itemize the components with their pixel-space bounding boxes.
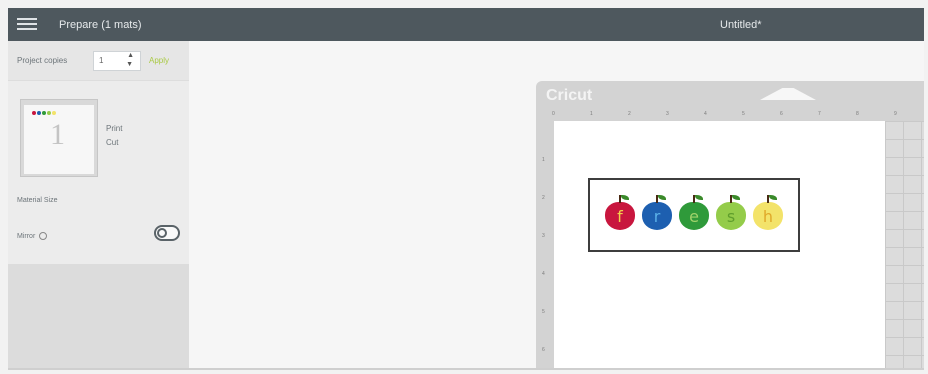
ruler-tick: 0 — [552, 111, 555, 117]
document-name: Untitled* — [720, 19, 762, 31]
ruler-tick: 2 — [628, 111, 631, 117]
mirror-label: Mirror — [17, 232, 48, 240]
ruler-tick: 4 — [542, 271, 545, 277]
info-icon[interactable] — [39, 232, 48, 240]
ruler-tick: 6 — [542, 347, 545, 353]
apple-letter-r: r — [641, 194, 673, 230]
apple-letter: h — [762, 207, 774, 226]
ruler-tick: 2 — [542, 195, 545, 201]
apple-letter-f: f — [604, 194, 636, 230]
increment-icon[interactable]: ▲ — [127, 52, 134, 59]
apply-button[interactable]: Apply — [149, 56, 169, 65]
ruler-tick: 5 — [742, 111, 745, 117]
ruler-tick: 3 — [542, 233, 545, 239]
ruler-left: 1 2 3 4 5 6 — [540, 121, 552, 370]
mat-brand-logo: Cricut — [546, 87, 593, 104]
decrement-icon[interactable]: ▼ — [126, 61, 133, 68]
mirror-toggle[interactable] — [154, 225, 180, 241]
app-window: Prepare (1 mats) Untitled* Project copie… — [8, 8, 924, 370]
apple-letter: s — [726, 207, 736, 226]
sidebar: Project copies 1 ▲ ▼ Apply 1 Print Cut M… — [8, 41, 189, 370]
sidebar-lower-panel — [8, 264, 189, 370]
material-size-label: Material Size — [17, 197, 58, 204]
mat-paper-area: fresh — [554, 121, 885, 370]
ruler-tick: 1 — [590, 111, 593, 117]
ruler-tick: 6 — [780, 111, 783, 117]
project-copies-bar: Project copies 1 ▲ ▼ Apply — [8, 41, 189, 81]
ruler-tick: 3 — [666, 111, 669, 117]
apple-letter-e: e — [678, 194, 710, 230]
ruler-tick: 9 — [894, 111, 897, 117]
apple-letter: e — [689, 207, 699, 226]
mat-thumbnail[interactable]: 1 — [20, 99, 98, 177]
toggle-knob — [157, 228, 167, 238]
bottom-edge — [8, 368, 924, 370]
mat-cut-label: Cut — [106, 138, 119, 147]
ruler-tick: 5 — [542, 309, 545, 315]
top-bar: Prepare (1 mats) Untitled* — [8, 8, 924, 41]
ruler-tick: 8 — [856, 111, 859, 117]
ruler-tick: 7 — [818, 111, 821, 117]
mat-print-label: Print — [106, 124, 123, 133]
cutting-mat: Cricut 0 1 2 3 4 5 6 7 8 9 1 2 3 4 5 6 f r e s h — [536, 81, 924, 370]
mat-thumbnail-preview: 1 — [24, 105, 94, 174]
ruler-tick: 4 — [704, 111, 707, 117]
canvas-area[interactable]: Cricut 0 1 2 3 4 5 6 7 8 9 1 2 3 4 5 6 f r e s h — [189, 41, 924, 370]
ruler-tick: 1 — [542, 157, 545, 163]
mat-grid — [885, 121, 924, 370]
apple-letter: r — [653, 207, 661, 226]
ruler-top: 0 1 2 3 4 5 6 7 8 9 — [552, 109, 924, 121]
thumbnail-design — [32, 111, 56, 115]
design-selection[interactable]: fresh — [588, 178, 800, 252]
apple-letter-h: h — [752, 194, 784, 230]
mirror-text: Mirror — [17, 232, 36, 240]
project-copies-label: Project copies — [17, 56, 68, 65]
mat-number: 1 — [50, 118, 65, 151]
apple-letter-s: s — [715, 194, 747, 230]
hamburger-menu-icon[interactable] — [17, 18, 37, 31]
apple-letter: f — [617, 207, 623, 226]
mat-load-arrow-icon — [760, 88, 816, 100]
page-title: Prepare (1 mats) — [59, 19, 142, 31]
project-copies-stepper[interactable]: 1 ▲ ▼ — [93, 51, 141, 71]
project-copies-value[interactable]: 1 — [99, 56, 103, 65]
